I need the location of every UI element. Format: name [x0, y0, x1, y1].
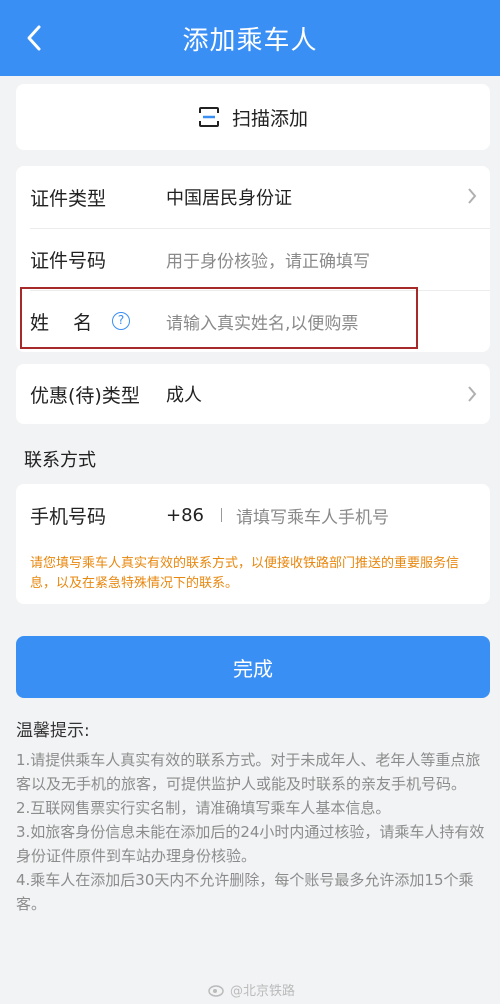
phone-input[interactable]: 请填写乘车人手机号 — [236, 503, 389, 528]
scan-add-label: 扫描添加 — [231, 107, 308, 130]
id-number-label: 证件号码 — [30, 249, 107, 272]
tip-item: 3.如旅客身份信息未能在添加后的24小时内通过核验，请乘车人持有效身份证件原件到… — [16, 823, 485, 865]
watermark-text: @北京铁路 — [230, 984, 296, 999]
phone-label: 手机号码 — [30, 505, 107, 528]
done-button[interactable]: 完成 — [16, 636, 490, 698]
tip-item: 4.乘车人在添加后30天内不允许删除，每个账号最多允许添加15个乘客。 — [16, 871, 474, 913]
chevron-right-icon — [468, 386, 477, 402]
prefix-divider — [221, 508, 222, 522]
discount-type-row[interactable]: 优惠(待)类型 成人 — [16, 364, 490, 424]
discount-label: 优惠(待)类型 — [30, 384, 140, 407]
passenger-form: 证件类型 中国居民身份证 证件号码 用于身份核验，请正确填写 姓 名 ? 请输入… — [16, 166, 490, 352]
contact-notice: 请您填写乘车人真实有效的联系方式，以便接收铁路部门推送的重要服务信息，以及在紧急… — [30, 556, 460, 591]
chevron-left-icon — [27, 25, 41, 51]
id-number-input[interactable]: 用于身份核验，请正确填写 — [166, 247, 370, 272]
tips-title: 温馨提示: — [16, 721, 90, 741]
discount-value: 成人 — [166, 385, 202, 406]
contact-card: 手机号码 +86 请填写乘车人手机号 请您填写乘车人真实有效的联系方式，以便接收… — [16, 484, 490, 604]
header-bar: 添加乘车人 — [0, 0, 500, 76]
chevron-right-icon — [468, 188, 477, 204]
name-label: 姓 名 — [30, 311, 93, 334]
phone-row[interactable]: 手机号码 +86 请填写乘车人手机号 — [16, 484, 490, 546]
name-row[interactable]: 姓 名 ? 请输入真实姓名,以便购票 — [16, 290, 490, 352]
id-type-value: 中国居民身份证 — [166, 188, 292, 209]
tips-list: 1.请提供乘车人真实有效的联系方式。对于未成年人、老年人等重点旅客以及无手机的旅… — [16, 748, 492, 916]
id-number-row[interactable]: 证件号码 用于身份核验，请正确填写 — [16, 228, 490, 290]
scan-icon — [198, 107, 219, 127]
id-type-row[interactable]: 证件类型 中国居民身份证 — [16, 166, 490, 228]
tip-item: 1.请提供乘车人真实有效的联系方式。对于未成年人、老年人等重点旅客以及无手机的旅… — [16, 751, 481, 793]
id-type-label: 证件类型 — [30, 187, 107, 210]
country-code[interactable]: +86 — [166, 505, 204, 526]
discount-row-inner: 优惠(待)类型 成人 — [16, 364, 490, 424]
contact-section-title: 联系方式 — [24, 450, 96, 471]
back-button[interactable] — [14, 18, 54, 58]
weibo-logo-icon — [208, 984, 224, 997]
watermark: @北京铁路 — [208, 980, 295, 999]
page-title: 添加乘车人 — [182, 25, 318, 56]
help-icon[interactable]: ? — [112, 312, 130, 330]
tip-item: 2.互联网售票实行实名制，请准确填写乘车人基本信息。 — [16, 799, 391, 817]
scan-add-button[interactable]: 扫描添加 — [16, 84, 490, 150]
name-input[interactable]: 请输入真实姓名,以便购票 — [166, 309, 358, 334]
